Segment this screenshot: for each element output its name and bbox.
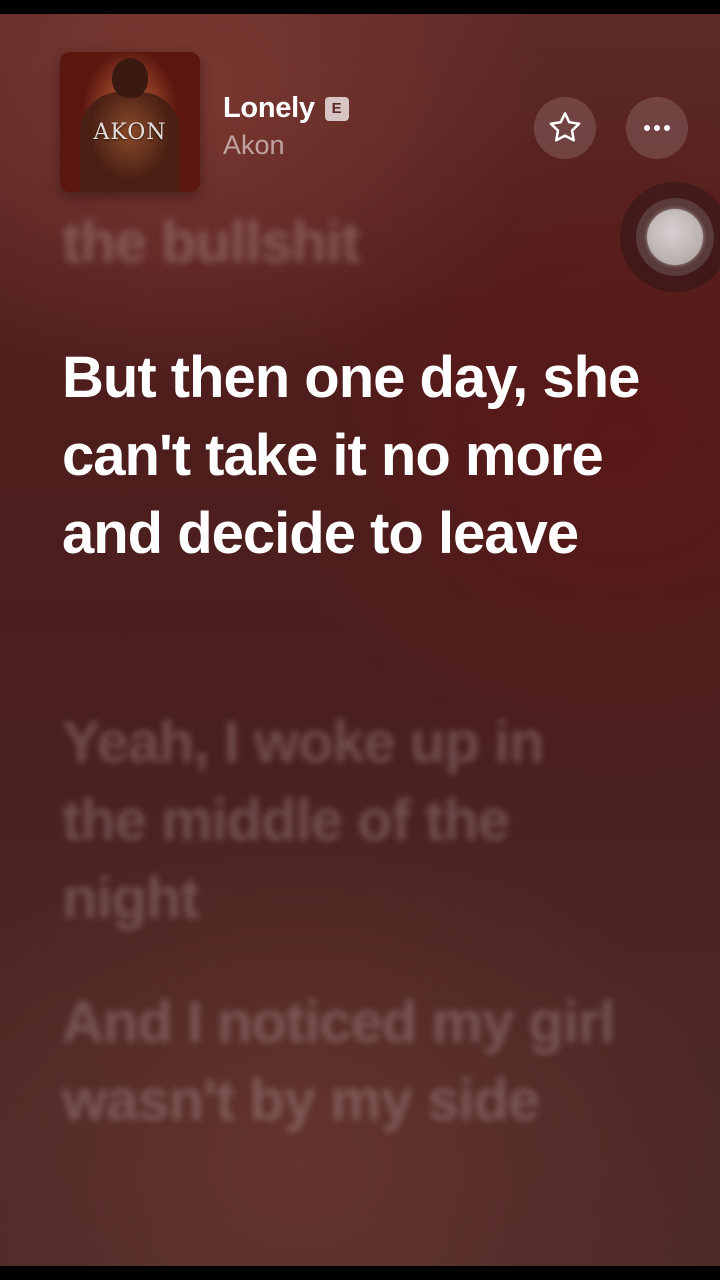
assistive-touch-ring: [636, 198, 714, 276]
song-title: Lonely: [223, 92, 315, 124]
lyric-line-current[interactable]: But then one day, she can't take it no m…: [62, 339, 642, 573]
lyric-line-previous[interactable]: the bullshit: [62, 204, 642, 274]
ellipsis-icon: [644, 125, 670, 131]
lyric-line-next[interactable]: Yeah, I woke up in the middle of the nig…: [62, 704, 642, 938]
favorite-button[interactable]: [534, 97, 596, 159]
lyric-line-next[interactable]: And I noticed my girl wasn't by my side: [62, 984, 642, 1140]
assistive-touch-icon: [647, 209, 703, 265]
album-art-logo: AKON: [93, 120, 167, 145]
album-artwork[interactable]: AKON: [60, 52, 200, 192]
star-outline-icon: [549, 112, 581, 142]
song-title-row[interactable]: Lonely E: [223, 92, 349, 125]
artist-name[interactable]: Akon: [223, 130, 285, 161]
explicit-badge: E: [324, 96, 349, 121]
more-options-button[interactable]: [626, 97, 688, 159]
album-art-head: [112, 58, 148, 98]
lyrics-screen: AKON Lonely E Akon the bullshit But then…: [0, 14, 720, 1266]
